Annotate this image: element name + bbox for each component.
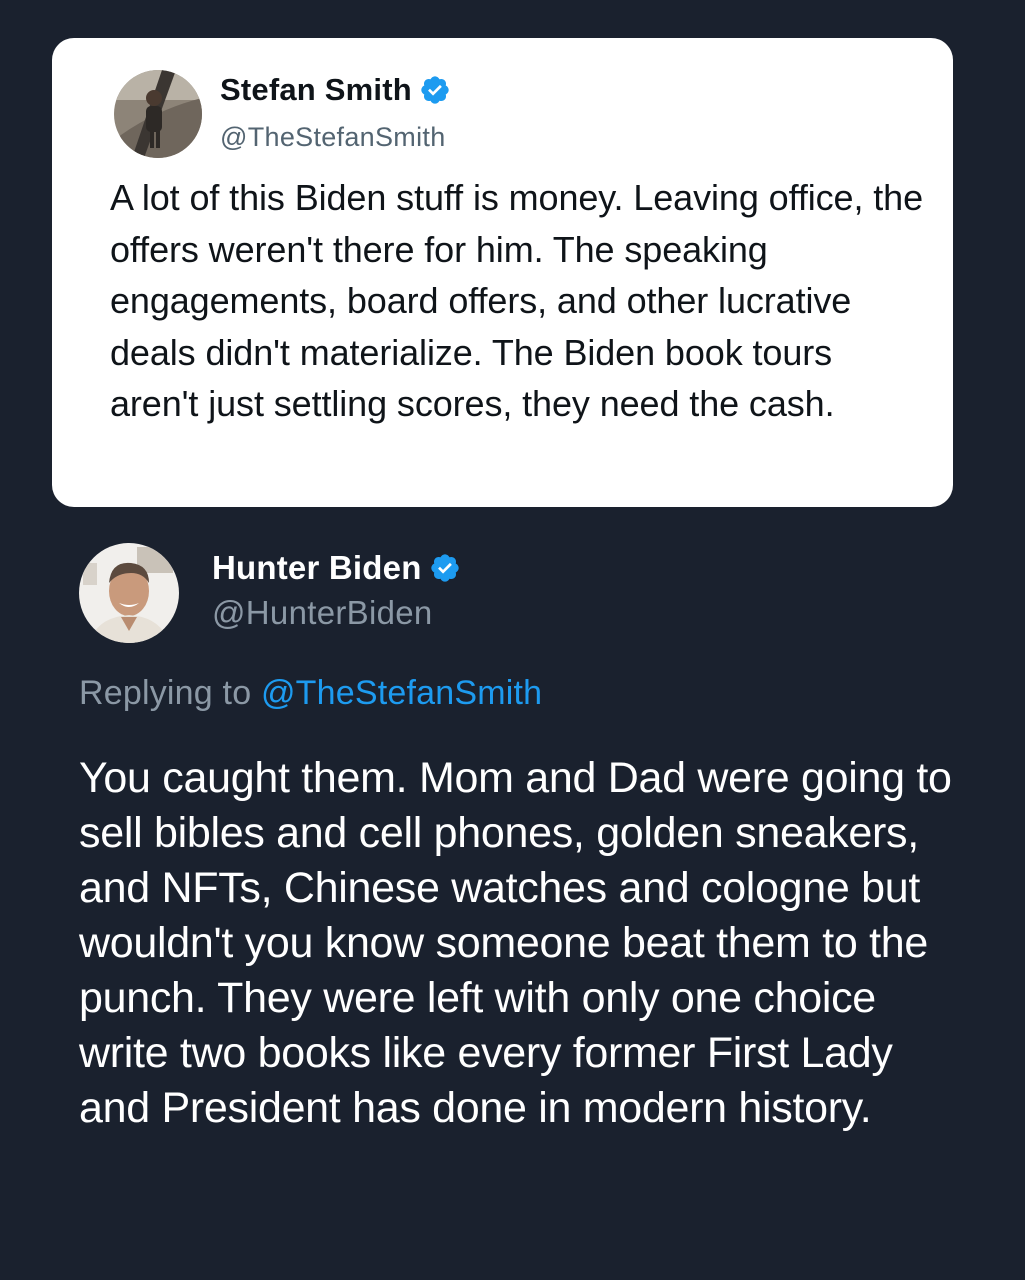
reply-author-handle[interactable]: @HunterBiden — [212, 594, 433, 632]
reply-author-row: Hunter Biden — [212, 546, 461, 590]
replying-to-line: Replying to @TheStefanSmith — [79, 674, 542, 713]
quoted-tweet-text: A lot of this Biden stuff is money. Leav… — [110, 177, 923, 424]
verified-badge-icon — [419, 74, 451, 106]
reply-tweet-text: You caught them. Mom and Dad were going … — [79, 754, 952, 1132]
verified-badge-icon — [429, 552, 461, 584]
replying-to-label: Replying to — [79, 674, 252, 712]
stefan-smith-avatar[interactable] — [114, 70, 202, 158]
quoted-tweet-card[interactable]: Stefan Smith @TheStefanSmith A lot of th… — [52, 38, 953, 507]
replying-to-mention-link[interactable]: @TheStefanSmith — [261, 674, 542, 712]
quoted-author-handle[interactable]: @TheStefanSmith — [220, 122, 446, 153]
quoted-author-name[interactable]: Stefan Smith — [220, 72, 412, 108]
reply-author-name[interactable]: Hunter Biden — [212, 549, 422, 587]
quoted-author-row: Stefan Smith — [220, 68, 451, 112]
hunter-biden-avatar[interactable] — [79, 543, 179, 643]
